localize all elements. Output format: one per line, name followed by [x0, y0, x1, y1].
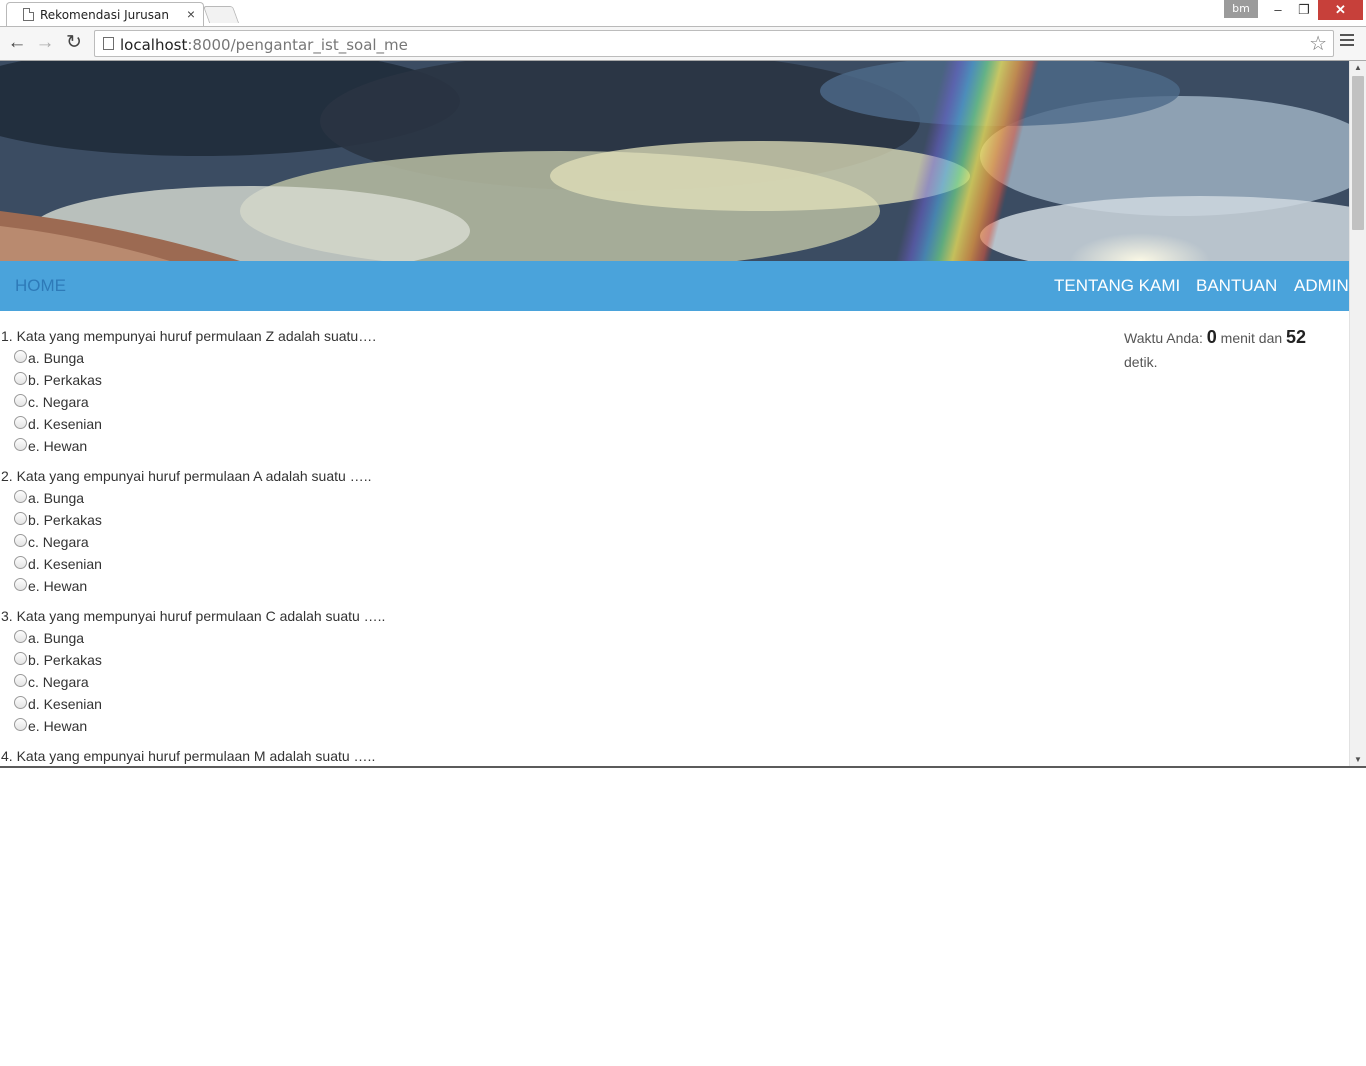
nav-about-link[interactable]: TENTANG KAMI	[1054, 276, 1180, 296]
browser-toolbar: ← → ↻ localhost:8000/pengantar_ist_soal_…	[0, 26, 1366, 61]
radio-button[interactable]	[14, 372, 27, 385]
answer-option[interactable]: a. Bunga	[1, 347, 376, 369]
timer-label: Waktu Anda:	[1124, 330, 1203, 346]
answer-option[interactable]: d. Kesenian	[1, 413, 376, 435]
nav-admin-link[interactable]: ADMIN	[1294, 276, 1349, 296]
option-label: b. Perkakas	[28, 512, 102, 528]
radio-button[interactable]	[14, 718, 27, 731]
option-label: c. Negara	[28, 674, 89, 690]
timer-minutes: 0	[1206, 327, 1217, 347]
radio-button[interactable]	[14, 696, 27, 709]
sky-rainbow-image	[0, 61, 1349, 261]
browser-tab[interactable]: Rekomendasi Jurusan ×	[6, 2, 204, 26]
option-label: c. Negara	[28, 394, 89, 410]
restore-icon[interactable]: ❐	[1292, 0, 1316, 20]
radio-button[interactable]	[14, 674, 27, 687]
option-label: b. Perkakas	[28, 372, 102, 388]
option-label: b. Perkakas	[28, 652, 102, 668]
timer-seconds: 52	[1286, 327, 1307, 347]
answer-option[interactable]: e. Hewan	[1, 715, 385, 737]
question-item: 1. Kata yang mempunyai huruf permulaan Z…	[1, 325, 376, 457]
header-banner-image	[0, 61, 1349, 261]
answer-option[interactable]: a. Bunga	[1, 487, 371, 509]
answer-option[interactable]: e. Hewan	[1, 575, 371, 597]
browser-tabstrip: Rekomendasi Jurusan × bm – ❐ ✕	[0, 0, 1366, 26]
url-path: :8000/pengantar_ist_soal_me	[187, 36, 408, 54]
url-text[interactable]: localhost:8000/pengantar_ist_soal_me	[120, 36, 408, 54]
main-navbar: HOME TENTANG KAMI BANTUAN ADMIN	[0, 261, 1349, 311]
option-label: e. Hewan	[28, 438, 88, 454]
answer-option[interactable]: a. Bunga	[1, 627, 385, 649]
radio-button[interactable]	[14, 350, 27, 363]
option-label: e. Hewan	[28, 718, 88, 734]
answer-option[interactable]: c. Negara	[1, 391, 376, 413]
minimize-icon[interactable]: –	[1266, 0, 1290, 20]
close-window-icon[interactable]: ✕	[1318, 0, 1363, 20]
option-label: e. Hewan	[28, 578, 88, 594]
answer-option[interactable]: b. Perkakas	[1, 649, 385, 671]
option-label: a. Bunga	[28, 350, 85, 366]
question-item: 2. Kata yang empunyai huruf permulaan A …	[1, 465, 371, 597]
tab-title: Rekomendasi Jurusan	[40, 8, 169, 22]
page-icon	[23, 8, 34, 21]
radio-button[interactable]	[14, 512, 27, 525]
nav-help-link[interactable]: BANTUAN	[1196, 276, 1277, 296]
radio-button[interactable]	[14, 534, 27, 547]
forward-arrow-icon[interactable]: →	[34, 32, 56, 54]
profile-badge[interactable]: bm	[1224, 0, 1258, 18]
scroll-up-arrow-icon[interactable]: ▲	[1350, 61, 1366, 75]
radio-button[interactable]	[14, 416, 27, 429]
countdown-timer: Waktu Anda: 0 menit dan 52 detik.	[1124, 325, 1334, 374]
nav-home-link[interactable]: HOME	[15, 276, 66, 296]
radio-button[interactable]	[14, 652, 27, 665]
radio-button[interactable]	[14, 556, 27, 569]
question-text: 3. Kata yang mempunyai huruf permulaan C…	[1, 608, 386, 624]
question-item: 3. Kata yang mempunyai huruf permulaan C…	[1, 605, 385, 737]
option-label: a. Bunga	[28, 490, 85, 506]
question-text: 1. Kata yang mempunyai huruf permulaan Z…	[1, 328, 377, 344]
radio-button[interactable]	[14, 578, 27, 591]
radio-button[interactable]	[14, 438, 27, 451]
answer-option[interactable]: c. Negara	[1, 671, 385, 693]
quiz-content: 1. Kata yang mempunyai huruf permulaan Z…	[0, 311, 1349, 767]
browser-menu-icon[interactable]	[1340, 34, 1354, 48]
vertical-scrollbar[interactable]: ▲ ▼	[1349, 61, 1366, 767]
question-item: 4. Kata yang empunyai huruf permulaan M …	[1, 745, 375, 767]
back-arrow-icon[interactable]: ←	[6, 32, 28, 54]
timer-seconds-label: detik.	[1124, 354, 1158, 370]
option-label: a. Bunga	[28, 630, 85, 646]
answer-option[interactable]: c. Negara	[1, 531, 371, 553]
new-tab-button[interactable]	[202, 6, 240, 23]
question-text: 2. Kata yang empunyai huruf permulaan A …	[1, 468, 372, 484]
question-text: 4. Kata yang empunyai huruf permulaan M …	[1, 748, 376, 764]
answer-option[interactable]: b. Perkakas	[1, 369, 376, 391]
page-viewport: HOME TENTANG KAMI BANTUAN ADMIN 1. Kata …	[0, 61, 1366, 767]
answer-option[interactable]: e. Hewan	[1, 435, 376, 457]
viewport-divider	[0, 766, 1366, 768]
timer-minutes-label: menit dan	[1220, 330, 1283, 346]
option-label: d. Kesenian	[28, 556, 102, 572]
scroll-thumb[interactable]	[1352, 76, 1364, 230]
option-label: d. Kesenian	[28, 416, 102, 432]
bookmark-star-icon[interactable]: ☆	[1309, 32, 1327, 56]
answer-option[interactable]: d. Kesenian	[1, 553, 371, 575]
radio-button[interactable]	[14, 490, 27, 503]
radio-button[interactable]	[14, 394, 27, 407]
url-host: localhost	[120, 36, 188, 54]
reload-icon[interactable]: ↻	[63, 32, 85, 54]
option-label: d. Kesenian	[28, 696, 102, 712]
address-bar[interactable]: localhost:8000/pengantar_ist_soal_me ☆	[94, 30, 1334, 57]
tab-close-icon[interactable]: ×	[187, 6, 195, 22]
page-icon	[103, 37, 114, 50]
radio-button[interactable]	[14, 630, 27, 643]
scroll-down-arrow-icon[interactable]: ▼	[1350, 753, 1366, 767]
option-label: c. Negara	[28, 534, 89, 550]
answer-option[interactable]: d. Kesenian	[1, 693, 385, 715]
answer-option[interactable]: b. Perkakas	[1, 509, 371, 531]
